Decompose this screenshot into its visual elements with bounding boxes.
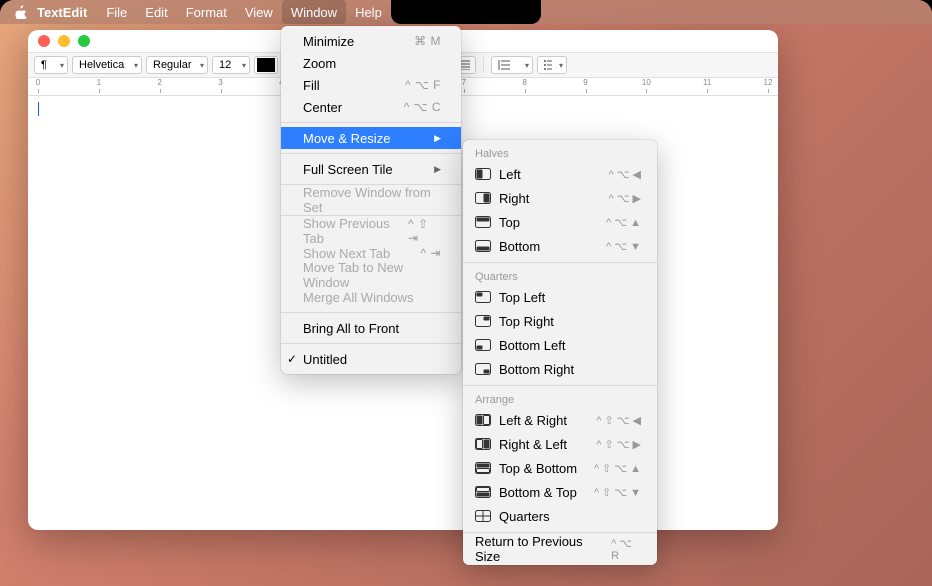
menu-window[interactable]: Window: [282, 0, 346, 24]
menu-show-prev-tab: Show Previous Tab^ ⇧ ⇥: [281, 220, 461, 242]
submenu-arrange-quarters[interactable]: Quarters: [463, 504, 657, 528]
move-resize-submenu: Halves Left^ ⌥ ◀ Right^ ⌥ ▶ Top^ ⌥ ▲ Bot…: [463, 140, 657, 565]
font-family-select[interactable]: Helvetica: [72, 56, 142, 74]
menu-doc-untitled[interactable]: ✓Untitled: [281, 348, 461, 370]
font-size-select[interactable]: 12: [212, 56, 250, 74]
checkmark-icon: ✓: [287, 352, 297, 366]
ruler-label: 11: [703, 78, 711, 87]
paragraph-style-select[interactable]: ¶: [34, 56, 68, 74]
quarter-tl-icon: [475, 291, 491, 303]
menu-move-tab-new-win: Move Tab to New Window: [281, 264, 461, 286]
submenu-arrange-lr[interactable]: Left & Right^ ⇧ ⌥ ◀: [463, 408, 657, 432]
submenu-quarter-tl[interactable]: Top Left: [463, 285, 657, 309]
ruler-label: 1: [97, 78, 101, 87]
traffic-light-close[interactable]: [38, 35, 50, 47]
ruler-label: 0: [36, 78, 40, 87]
line-spacing-icon: [498, 60, 510, 70]
submenu-half-top[interactable]: Top^ ⌥ ▲: [463, 210, 657, 234]
half-bottom-icon: [475, 240, 491, 252]
apple-menu-icon[interactable]: [14, 5, 27, 19]
menu-move-resize[interactable]: Move & Resize▶: [281, 127, 461, 149]
app-name[interactable]: TextEdit: [37, 5, 87, 20]
arrange-tb-icon: [475, 462, 491, 474]
arrange-bt-icon: [475, 486, 491, 498]
half-right-icon: [475, 192, 491, 204]
menu-separator: [281, 343, 461, 344]
menu-separator: [463, 532, 657, 533]
submenu-header-quarters: Quarters: [463, 267, 657, 285]
menu-merge-all: Merge All Windows: [281, 286, 461, 308]
line-spacing-select[interactable]: [491, 56, 533, 74]
menu-full-screen-tile[interactable]: Full Screen Tile▶: [281, 158, 461, 180]
ruler-label: 12: [764, 78, 773, 87]
window-dropdown-menu: Minimize⌘ M Zoom Fill^ ⌥ F Center^ ⌥ C M…: [281, 26, 461, 374]
submenu-arrange-tb[interactable]: Top & Bottom^ ⇧ ⌥ ▲: [463, 456, 657, 480]
submenu-half-bottom[interactable]: Bottom^ ⌥ ▼: [463, 234, 657, 258]
traffic-light-zoom[interactable]: [78, 35, 90, 47]
submenu-arrange-bt[interactable]: Bottom & Top^ ⇧ ⌥ ▼: [463, 480, 657, 504]
submenu-half-right[interactable]: Right^ ⌥ ▶: [463, 186, 657, 210]
ruler-label: 9: [583, 78, 587, 87]
menu-center[interactable]: Center^ ⌥ C: [281, 96, 461, 118]
ruler-label: 3: [218, 78, 222, 87]
menu-fill[interactable]: Fill^ ⌥ F: [281, 74, 461, 96]
half-left-icon: [475, 168, 491, 180]
chevron-right-icon: ▶: [434, 133, 441, 144]
menu-format[interactable]: Format: [177, 0, 236, 24]
traffic-light-minimize[interactable]: [58, 35, 70, 47]
laptop-notch: [391, 0, 541, 24]
arrange-lr-icon: [475, 414, 491, 426]
menu-file[interactable]: File: [97, 0, 136, 24]
list-icon: [544, 60, 552, 70]
submenu-quarter-br[interactable]: Bottom Right: [463, 357, 657, 381]
chevron-right-icon: ▶: [434, 164, 441, 175]
menu-zoom[interactable]: Zoom: [281, 52, 461, 74]
submenu-half-left[interactable]: Left^ ⌥ ◀: [463, 162, 657, 186]
submenu-header-arrange: Arrange: [463, 390, 657, 408]
menu-separator: [463, 262, 657, 263]
menu-remove-from-set: Remove Window from Set: [281, 189, 461, 211]
toolbar-separator: [483, 57, 484, 73]
menu-bring-all-front[interactable]: Bring All to Front: [281, 317, 461, 339]
ruler-label: 7: [462, 78, 466, 87]
menu-separator: [463, 385, 657, 386]
half-top-icon: [475, 216, 491, 228]
submenu-return-prev-size[interactable]: Return to Previous Size^ ⌥ R: [463, 537, 657, 561]
ruler-label: 10: [642, 78, 651, 87]
submenu-quarter-bl[interactable]: Bottom Left: [463, 333, 657, 357]
menu-help[interactable]: Help: [346, 0, 391, 24]
quarter-tr-icon: [475, 315, 491, 327]
ruler-label: 2: [157, 78, 161, 87]
text-cursor: [38, 102, 39, 116]
submenu-quarter-tr[interactable]: Top Right: [463, 309, 657, 333]
menu-minimize[interactable]: Minimize⌘ M: [281, 30, 461, 52]
submenu-header-halves: Halves: [463, 144, 657, 162]
list-style-select[interactable]: [537, 56, 567, 74]
font-weight-select[interactable]: Regular: [146, 56, 208, 74]
quarter-bl-icon: [475, 339, 491, 351]
quarter-br-icon: [475, 363, 491, 375]
menu-separator: [281, 312, 461, 313]
arrange-rl-icon: [475, 438, 491, 450]
menu-view[interactable]: View: [236, 0, 282, 24]
menu-edit[interactable]: Edit: [136, 0, 176, 24]
ruler-label: 8: [522, 78, 526, 87]
submenu-arrange-rl[interactable]: Right & Left^ ⇧ ⌥ ▶: [463, 432, 657, 456]
text-color-button[interactable]: [254, 56, 278, 74]
menu-separator: [281, 122, 461, 123]
menu-separator: [281, 153, 461, 154]
color-swatch-icon: [257, 58, 275, 72]
arrange-quarters-icon: [475, 510, 491, 522]
